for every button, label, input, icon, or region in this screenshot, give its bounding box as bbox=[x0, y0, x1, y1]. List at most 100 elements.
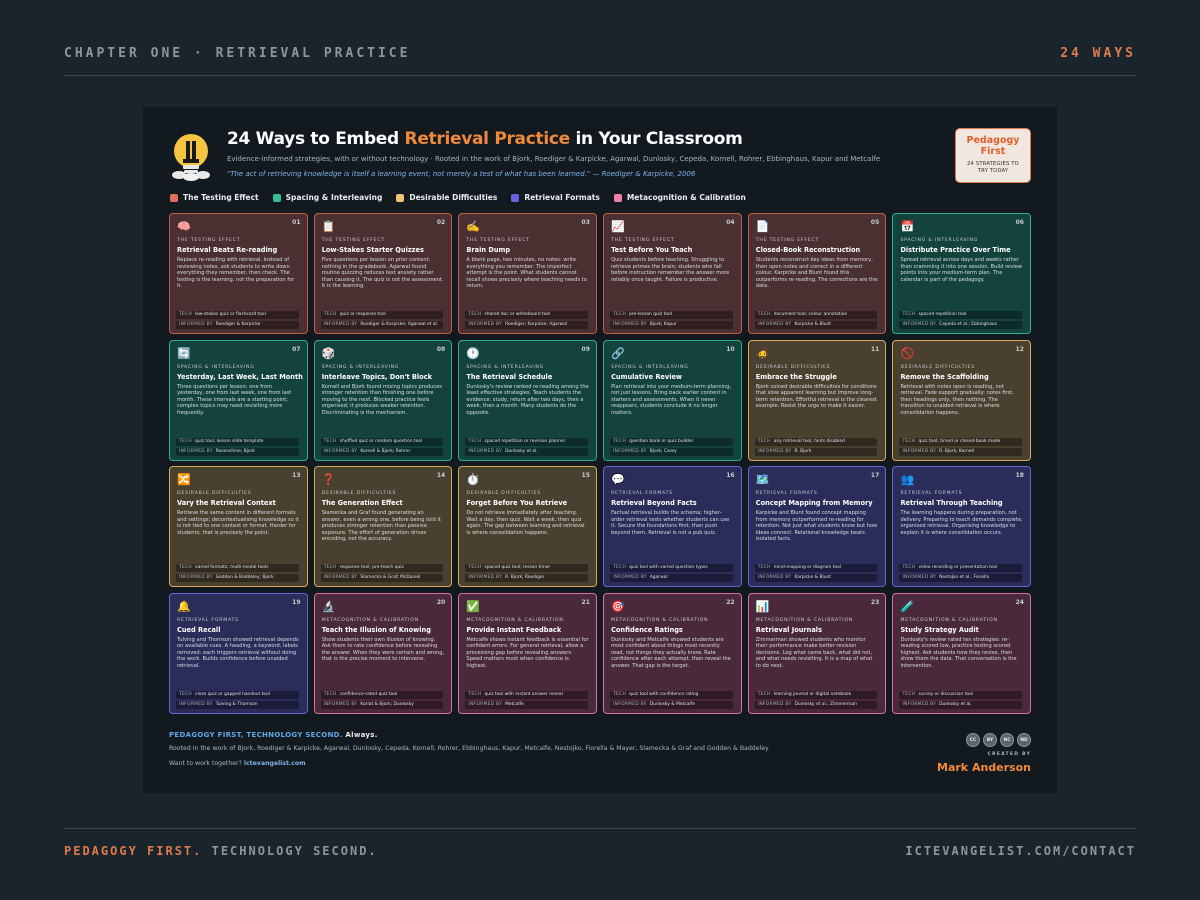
card-title: Retrieval Journals bbox=[755, 625, 822, 634]
card-category: METACOGNITION & CALIBRATION bbox=[321, 617, 419, 623]
card-number: 20 bbox=[436, 598, 446, 606]
poster-footer: PEDAGOGY FIRST, TECHNOLOGY SECOND. Alway… bbox=[169, 731, 1031, 787]
website-link[interactable]: ictevangelist.com bbox=[244, 760, 306, 767]
card-number: 03 bbox=[581, 219, 590, 226]
card-title: Remove the Scaffolding bbox=[900, 372, 989, 381]
poster-title: 24 Ways to Embed Retrieval Practice in Y… bbox=[227, 129, 743, 149]
card-category: SPACING & INTERLEAVING bbox=[177, 364, 255, 370]
bar-chart-icon: 📊 bbox=[755, 599, 770, 613]
card-tech-tag: TECH mind-mapping or diagram tool bbox=[754, 564, 878, 572]
card-informed-tag: INFORMED BY Rosenshine; Bjork bbox=[176, 447, 299, 456]
card-category: METACOGNITION & CALIBRATION bbox=[755, 617, 854, 623]
card-informed-tag: INFORMED BY R. Bjork bbox=[754, 447, 878, 456]
card-body: Retrieval with notes open is reading, no… bbox=[900, 383, 1014, 416]
card-category: DESIRABLE DIFFICULTIES bbox=[755, 364, 831, 370]
card-number: 11 bbox=[870, 345, 880, 353]
card-category: METACOGNITION & CALIBRATION bbox=[900, 617, 998, 623]
author-name: Mark Anderson bbox=[937, 761, 1031, 774]
card-body: Zimmerman showed students who monitor th… bbox=[755, 636, 873, 669]
card-body: Three questions per lesson: one from yes… bbox=[177, 383, 292, 416]
card-title: Cued Recall bbox=[177, 625, 221, 634]
pedagogy-first-badge: Pedagogy First 24 STRATEGIES TO TRY TODAY bbox=[955, 128, 1031, 183]
card-title: Test Before You Teach bbox=[611, 246, 693, 254]
strategy-card: 11 🧔 DESIRABLE DIFFICULTIES Embrace the Str… bbox=[747, 339, 887, 461]
strategy-card: 05 📄 THE TESTING EFFECT Closed-Book Reconst… bbox=[747, 213, 887, 334]
card-informed-tag: INFORMED BY Roediger; Karpicke; Agarwal bbox=[465, 321, 588, 329]
legend-label: The Testing Effect bbox=[183, 193, 259, 202]
tagline: PEDAGOGY FIRST. TECHNOLOGY SECOND. bbox=[64, 844, 378, 858]
card-body: Show students their own illusion of know… bbox=[321, 636, 445, 663]
card-title: Brain Dump bbox=[466, 246, 511, 254]
card-tech-tag: TECH shuffled quiz or random question too… bbox=[320, 437, 444, 446]
strategy-card: 17 🗺️ RETRIEVAL FORMATS Concept Mapping fro… bbox=[747, 466, 887, 587]
test-tube-icon: 🧪 bbox=[900, 599, 915, 613]
footer-contact: Want to work together? ictevangelist.com bbox=[169, 760, 306, 767]
cc-cc-icon: CC bbox=[966, 733, 980, 747]
card-number: 09 bbox=[581, 345, 590, 353]
strategy-card: 15 ⏱️ DESIRABLE DIFFICULTIES Forget Before … bbox=[458, 466, 597, 587]
card-title: Yesterday, Last Week, Last Month bbox=[177, 372, 303, 381]
infographic-poster: 24 Ways to Embed Retrieval Practice in Y… bbox=[143, 107, 1057, 793]
card-informed-tag: INFORMED BY R. Bjork; Kornell bbox=[899, 447, 1022, 456]
strategy-card: 12 🚫 DESIRABLE DIFFICULTIES Remove the Scaf… bbox=[892, 339, 1031, 461]
poster-subtitle: Evidence-informed strategies, with or wi… bbox=[227, 155, 881, 163]
chart-increasing-icon: 📈 bbox=[611, 220, 625, 233]
card-title: Provide Instant Feedback bbox=[466, 625, 562, 634]
strategy-card: 19 🔔 RETRIEVAL FORMATS Cued Recall Tulving a… bbox=[169, 592, 308, 714]
card-tech-tag: TECH low-stakes quiz or flashcard tool bbox=[176, 311, 299, 319]
link-icon: 🔗 bbox=[611, 346, 625, 360]
card-informed-tag: INFORMED BY Roediger & Karpicke; Agarwal … bbox=[320, 321, 444, 329]
card-title: Retrieval Beyond Facts bbox=[611, 499, 697, 507]
card-body: Retrieve the same content in different f… bbox=[177, 510, 299, 536]
card-title: Closed-Book Reconstruction bbox=[755, 246, 861, 254]
card-tech-tag: TECH survey or discussion tool bbox=[899, 690, 1022, 699]
card-title: Interleave Topics, Don't Block bbox=[321, 372, 432, 381]
poster-quote: "The act of retrieving knowledge is itse… bbox=[227, 170, 696, 178]
card-category: THE TESTING EFFECT bbox=[611, 238, 675, 243]
card-title: Cumulative Review bbox=[611, 372, 683, 381]
card-category: METACOGNITION & CALIBRATION bbox=[466, 617, 564, 623]
card-category: THE TESTING EFFECT bbox=[466, 238, 530, 243]
legend-item: Spacing & Interleaving bbox=[272, 193, 382, 202]
card-category: DESIRABLE DIFFICULTIES bbox=[321, 491, 397, 496]
ways-count-label: 24 WAYS bbox=[1060, 46, 1136, 61]
no-entry-icon: 🚫 bbox=[900, 346, 915, 360]
card-tech-tag: TECH pre-lesson quiz tool bbox=[610, 311, 733, 319]
creative-commons-icons: CC BY NC ND bbox=[966, 733, 1031, 747]
card-tech-tag: TECH document tool; colour annotation bbox=[754, 311, 878, 319]
card-tech-tag: TECH video recording or presentation tool bbox=[899, 564, 1022, 572]
card-tech-tag: TECH quiz tool with varied question types bbox=[610, 564, 733, 572]
strategy-card: 14 ❓ DESIRABLE DIFFICULTIES The Generation … bbox=[313, 466, 453, 587]
legend-item: Desirable Difficulties bbox=[396, 193, 497, 202]
card-body: Kornell and Bjork found mixing topics pr… bbox=[321, 383, 442, 416]
card-tech-tag: TECH quiz or response tool bbox=[320, 311, 444, 319]
card-body: Do not retrieve immediately after teachi… bbox=[466, 510, 585, 536]
card-informed-tag: INFORMED BY Godden & Baddeley; Bjork bbox=[176, 574, 299, 582]
card-tech-tag: TECH shared doc or whiteboard tool bbox=[465, 311, 588, 319]
card-body: Quiz students before teaching. Strugglin… bbox=[611, 257, 730, 283]
cc-nd-icon: ND bbox=[1017, 733, 1031, 747]
card-number: 04 bbox=[726, 219, 735, 226]
speech-bubble-icon: 💬 bbox=[611, 473, 625, 486]
cc-nc-icon: NC bbox=[1000, 733, 1014, 747]
card-number: 19 bbox=[292, 598, 301, 606]
card-body: Karpicke and Blunt found concept mapping… bbox=[755, 510, 878, 543]
card-title: Embrace the Struggle bbox=[755, 372, 837, 381]
strategy-card: 24 🧪 METACOGNITION & CALIBRATION Study Stra… bbox=[892, 592, 1031, 714]
card-number: 14 bbox=[436, 472, 446, 479]
card-title: Retrieval Beats Re-reading bbox=[177, 246, 278, 254]
card-informed-tag: INFORMED BY Dunlosky et al. bbox=[899, 700, 1022, 709]
card-informed-tag: INFORMED BY Koriat & Bjork; Dunlosky bbox=[320, 700, 444, 709]
card-number: 01 bbox=[292, 219, 301, 226]
card-tech-tag: TECH cloze quiz or gapped handout tool bbox=[176, 690, 299, 699]
card-informed-tag: INFORMED BY R. Bjork; Roediger bbox=[465, 574, 588, 582]
footer-headline: PEDAGOGY FIRST, TECHNOLOGY SECOND. Alway… bbox=[169, 731, 378, 739]
calendar-icon: 📅 bbox=[900, 220, 915, 233]
strategy-card: 16 💬 RETRIEVAL FORMATS Retrieval Beyond Fac… bbox=[603, 466, 742, 587]
person-icon: 🧔 bbox=[755, 346, 770, 360]
card-category: SPACING & INTERLEAVING bbox=[611, 364, 689, 370]
strategy-card: 08 🎲 SPACING & INTERLEAVING Interleave Topi… bbox=[313, 339, 453, 461]
strategy-card: 07 🔄 SPACING & INTERLEAVING Yesterday, Last… bbox=[169, 339, 308, 461]
card-title: Retrieval Through Teaching bbox=[900, 499, 1003, 507]
contact-url[interactable]: ICTEVANGELIST.COM/CONTACT bbox=[905, 844, 1136, 858]
